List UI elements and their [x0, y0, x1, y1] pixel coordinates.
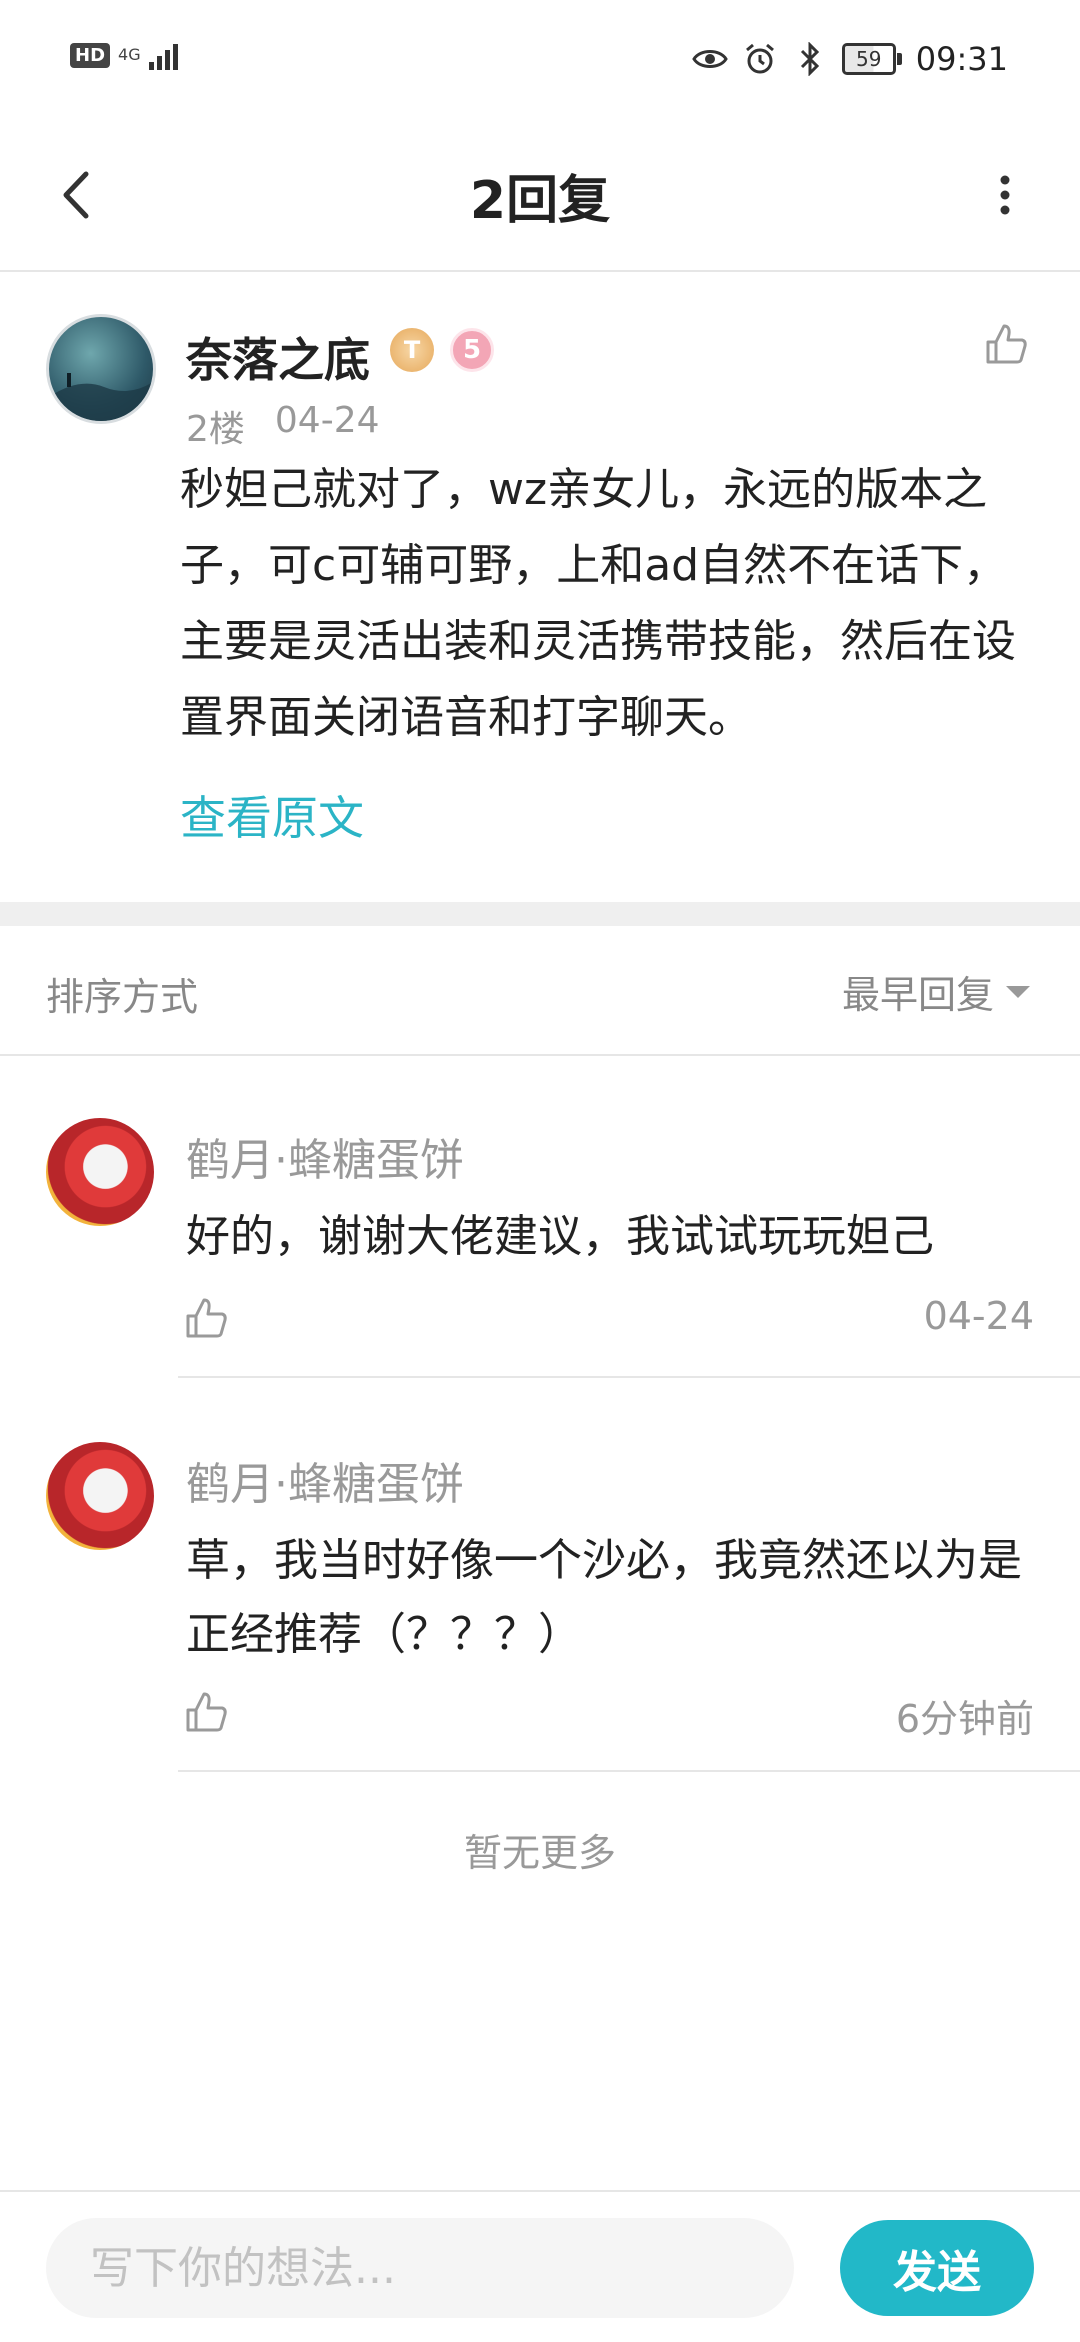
- no-more-label: 暂无更多: [463, 1831, 616, 1875]
- like-button[interactable]: [178, 1290, 234, 1346]
- alarm-icon: [742, 41, 778, 77]
- divider: [178, 1376, 1080, 1378]
- thumbs-up-icon: [186, 1298, 227, 1338]
- avatar[interactable]: [46, 314, 156, 424]
- reply-item: 鹤月·蜂糖蛋饼 草，我当时好像一个沙必，我竟然还以为是正经推荐（？？？） 6分钟…: [0, 1442, 1080, 1774]
- battery-level: 59: [841, 43, 896, 75]
- reply-author-name[interactable]: 鹤月·蜂糖蛋饼: [186, 1124, 464, 1188]
- thumbs-up-icon: [186, 1692, 227, 1732]
- signal-icon: [148, 40, 178, 70]
- status-bar: HD 4G 59 09:31: [0, 0, 1080, 120]
- send-button[interactable]: 发送: [840, 2220, 1034, 2316]
- comment-meta: 2楼 04-24: [186, 400, 380, 452]
- thumbs-up-icon: [986, 324, 1027, 364]
- section-divider: [0, 902, 1080, 926]
- reply-input[interactable]: [46, 2218, 794, 2318]
- hd-icon: HD: [70, 42, 111, 68]
- eye-icon: [692, 41, 728, 77]
- dropdown-triangle-icon: [1006, 985, 1030, 998]
- floor-number: 2楼: [186, 409, 245, 450]
- like-button[interactable]: [178, 1684, 234, 1740]
- author-name[interactable]: 奈落之底: [186, 324, 370, 390]
- status-right: 59 09:31: [692, 40, 1008, 78]
- main-comment: 奈落之底 T 5 2楼 04-24 秒妲己就对了，wz亲女儿，永远的版本之子，可…: [0, 272, 1080, 902]
- page-title: 2回复: [469, 171, 611, 231]
- divider: [178, 1770, 1080, 1772]
- reply-author-name[interactable]: 鹤月·蜂糖蛋饼: [186, 1448, 464, 1512]
- reply-time: 6分钟前: [895, 1697, 1034, 1741]
- comment-text: 秒妲己就对了，wz亲女儿，永远的版本之子，可c可辅可野，上和ad自然不在话下，主…: [180, 464, 1016, 743]
- sort-dropdown[interactable]: 最早回复: [842, 964, 1030, 1019]
- user-title-badge: T: [390, 328, 434, 372]
- sort-label: 排序方式: [46, 975, 199, 1019]
- status-left: HD 4G: [70, 40, 178, 70]
- sort-selected-value: 最早回复: [841, 973, 994, 1017]
- reply-text: 好的，谢谢大佬建议，我试试玩玩妲己: [186, 1211, 934, 1262]
- reply-time: 04-24: [923, 1294, 1034, 1338]
- network-type-label: 4G: [118, 45, 141, 64]
- reply-text: 草，我当时好像一个沙必，我竟然还以为是正经推荐（？？？）: [186, 1535, 1022, 1660]
- sort-bar: 排序方式 最早回复: [0, 926, 1080, 1056]
- level-badge: 5: [450, 328, 494, 372]
- view-original-link[interactable]: 查看原文: [180, 782, 364, 848]
- battery-icon: 59: [841, 43, 902, 75]
- avatar[interactable]: [46, 1442, 154, 1550]
- clock: 09:31: [915, 40, 1008, 78]
- bluetooth-icon: [792, 41, 828, 77]
- reply-item: 鹤月·蜂糖蛋饼 好的，谢谢大佬建议，我试试玩玩妲己 04-24: [0, 1118, 1080, 1380]
- more-button[interactable]: [970, 160, 1040, 230]
- avatar[interactable]: [46, 1118, 154, 1226]
- avatar-image: [49, 373, 153, 421]
- header: 2回复: [0, 120, 1080, 272]
- like-button[interactable]: [976, 314, 1036, 374]
- comment-date: 04-24: [274, 400, 380, 441]
- more-vertical-icon: [1000, 175, 1010, 215]
- reply-input-bar: 发送: [0, 2190, 1080, 2342]
